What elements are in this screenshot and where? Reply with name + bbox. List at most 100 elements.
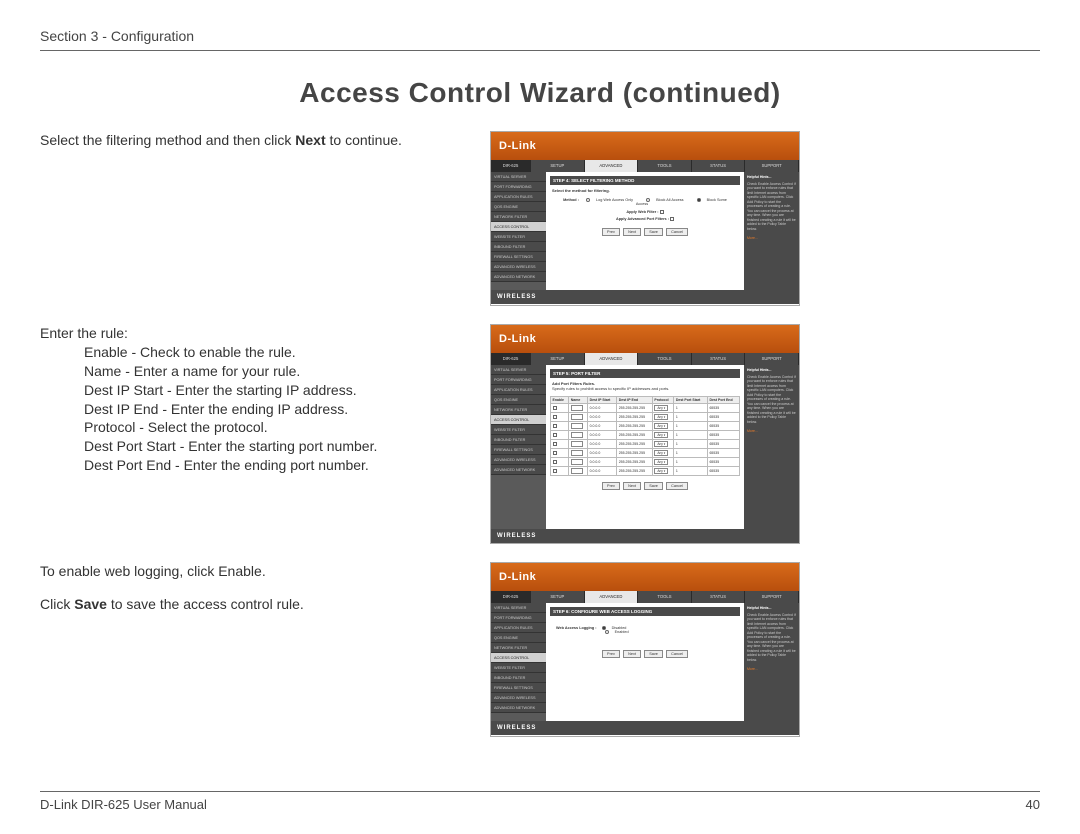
tab-setup[interactable]: SETUP xyxy=(531,591,585,603)
sidebar-item[interactable]: QOS ENGINE xyxy=(491,633,546,643)
footer: D-Link DIR-625 User Manual 40 xyxy=(40,797,1040,812)
help-more-link[interactable]: More... xyxy=(747,429,796,434)
prev-button[interactable]: Prev xyxy=(602,228,620,236)
table-header: Enable xyxy=(551,397,569,404)
sidebar-item[interactable]: WEBSITE FILTER xyxy=(491,425,546,435)
protocol-select[interactable]: Any ▾ xyxy=(654,468,668,474)
sidebar-item[interactable]: PORT FORWARDING xyxy=(491,375,546,385)
sidebar-item[interactable]: ADVANCED NETWORK xyxy=(491,465,546,475)
prev-button[interactable]: Prev xyxy=(602,650,620,658)
save-button[interactable]: Save xyxy=(644,650,663,658)
tab-setup[interactable]: SETUP xyxy=(531,160,585,172)
checkbox-icon[interactable] xyxy=(553,406,557,410)
prev-button[interactable]: Prev xyxy=(602,482,620,490)
save-button[interactable]: Save xyxy=(644,482,663,490)
brand-bar: D-Link xyxy=(491,325,799,353)
tab-tools[interactable]: TOOLS xyxy=(638,160,692,172)
sidebar-item-access-control[interactable]: ACCESS CONTROL xyxy=(491,415,546,425)
tab-support[interactable]: SUPPORT xyxy=(745,591,799,603)
sidebar-item[interactable]: ADVANCED WIRELESS xyxy=(491,693,546,703)
tab-advanced[interactable]: ADVANCED xyxy=(585,353,639,365)
sidebar-item[interactable]: NETWORK FILTER xyxy=(491,212,546,222)
checkbox-icon[interactable] xyxy=(553,451,557,455)
protocol-select[interactable]: Any ▾ xyxy=(654,414,668,420)
tab-tools[interactable]: TOOLS xyxy=(638,591,692,603)
checkbox-icon[interactable] xyxy=(553,460,557,464)
sidebar-item-access-control[interactable]: ACCESS CONTROL xyxy=(491,653,546,663)
sidebar-item[interactable]: ADVANCED NETWORK xyxy=(491,272,546,282)
sidebar-item[interactable]: FIREWALL SETTINGS xyxy=(491,252,546,262)
sidebar-item[interactable]: FIREWALL SETTINGS xyxy=(491,683,546,693)
sidebar-item[interactable]: APPLICATION RULES xyxy=(491,192,546,202)
sidebar-item[interactable]: ADVANCED NETWORK xyxy=(491,703,546,713)
sidebar-item[interactable]: WEBSITE FILTER xyxy=(491,232,546,242)
protocol-select[interactable]: Any ▾ xyxy=(654,432,668,438)
checkbox-icon[interactable] xyxy=(553,442,557,446)
tab-support[interactable]: SUPPORT xyxy=(745,353,799,365)
sidebar-item[interactable]: ADVANCED WIRELESS xyxy=(491,262,546,272)
help-pane: Helpful Hints... Check Enable Access Con… xyxy=(744,603,799,721)
sidebar-item[interactable]: VIRTUAL SERVER xyxy=(491,365,546,375)
name-input[interactable] xyxy=(571,432,583,438)
radio-icon[interactable] xyxy=(586,198,590,202)
protocol-select[interactable]: Any ▾ xyxy=(654,459,668,465)
sidebar-item[interactable]: APPLICATION RULES xyxy=(491,385,546,395)
tab-setup[interactable]: SETUP xyxy=(531,353,585,365)
help-more-link[interactable]: More... xyxy=(747,667,796,672)
tab-advanced[interactable]: ADVANCED xyxy=(585,160,639,172)
name-input[interactable] xyxy=(571,441,583,447)
save-button[interactable]: Save xyxy=(644,228,663,236)
tab-tools[interactable]: TOOLS xyxy=(638,353,692,365)
radio-icon[interactable] xyxy=(697,198,701,202)
help-more-link[interactable]: More... xyxy=(747,236,796,241)
sidebar-item[interactable]: NETWORK FILTER xyxy=(491,643,546,653)
sidebar-item-access-control[interactable]: ACCESS CONTROL xyxy=(491,222,546,232)
next-button[interactable]: Next xyxy=(623,228,641,236)
tab-status[interactable]: STATUS xyxy=(692,160,746,172)
sidebar-item[interactable]: FIREWALL SETTINGS xyxy=(491,445,546,455)
sidebar-item[interactable]: INBOUND FILTER xyxy=(491,242,546,252)
tab-status[interactable]: STATUS xyxy=(692,353,746,365)
tab-support[interactable]: SUPPORT xyxy=(745,160,799,172)
tab-advanced[interactable]: ADVANCED xyxy=(585,591,639,603)
main-pane: STEP 6: CONFIGURE WEB ACCESS LOGGING Web… xyxy=(546,603,744,721)
sidebar-item[interactable]: VIRTUAL SERVER xyxy=(491,172,546,182)
sidebar-item[interactable]: INBOUND FILTER xyxy=(491,435,546,445)
checkbox-icon[interactable] xyxy=(553,424,557,428)
cancel-button[interactable]: Cancel xyxy=(666,228,688,236)
sidebar-item[interactable]: QOS ENGINE xyxy=(491,395,546,405)
sidebar-item[interactable]: ADVANCED WIRELESS xyxy=(491,455,546,465)
radio-icon[interactable] xyxy=(605,630,609,634)
rule-line: Dest Port Start - Enter the starting por… xyxy=(40,437,470,456)
p1-pre: Select the filtering method and then cli… xyxy=(40,132,295,148)
checkbox-icon[interactable] xyxy=(670,217,674,221)
protocol-select[interactable]: Any ▾ xyxy=(654,441,668,447)
name-input[interactable] xyxy=(571,414,583,420)
name-input[interactable] xyxy=(571,423,583,429)
cancel-button[interactable]: Cancel xyxy=(666,482,688,490)
sidebar-item[interactable]: NETWORK FILTER xyxy=(491,405,546,415)
name-input[interactable] xyxy=(571,459,583,465)
name-input[interactable] xyxy=(571,450,583,456)
sidebar-item[interactable]: PORT FORWARDING xyxy=(491,182,546,192)
checkbox-icon[interactable] xyxy=(553,433,557,437)
sidebar-item[interactable]: INBOUND FILTER xyxy=(491,673,546,683)
sidebar-item[interactable]: PORT FORWARDING xyxy=(491,613,546,623)
name-input[interactable] xyxy=(571,468,583,474)
sidebar-item[interactable]: VIRTUAL SERVER xyxy=(491,603,546,613)
protocol-select[interactable]: Any ▾ xyxy=(654,405,668,411)
tab-status[interactable]: STATUS xyxy=(692,591,746,603)
protocol-select[interactable]: Any ▾ xyxy=(654,423,668,429)
page-number: 40 xyxy=(1026,797,1040,812)
cancel-button[interactable]: Cancel xyxy=(666,650,688,658)
sidebar-item[interactable]: QOS ENGINE xyxy=(491,202,546,212)
checkbox-icon[interactable] xyxy=(553,469,557,473)
next-button[interactable]: Next xyxy=(623,482,641,490)
next-button[interactable]: Next xyxy=(623,650,641,658)
checkbox-icon[interactable] xyxy=(660,210,664,214)
checkbox-icon[interactable] xyxy=(553,415,557,419)
protocol-select[interactable]: Any ▾ xyxy=(654,450,668,456)
sidebar-item[interactable]: APPLICATION RULES xyxy=(491,623,546,633)
sidebar-item[interactable]: WEBSITE FILTER xyxy=(491,663,546,673)
name-input[interactable] xyxy=(571,405,583,411)
